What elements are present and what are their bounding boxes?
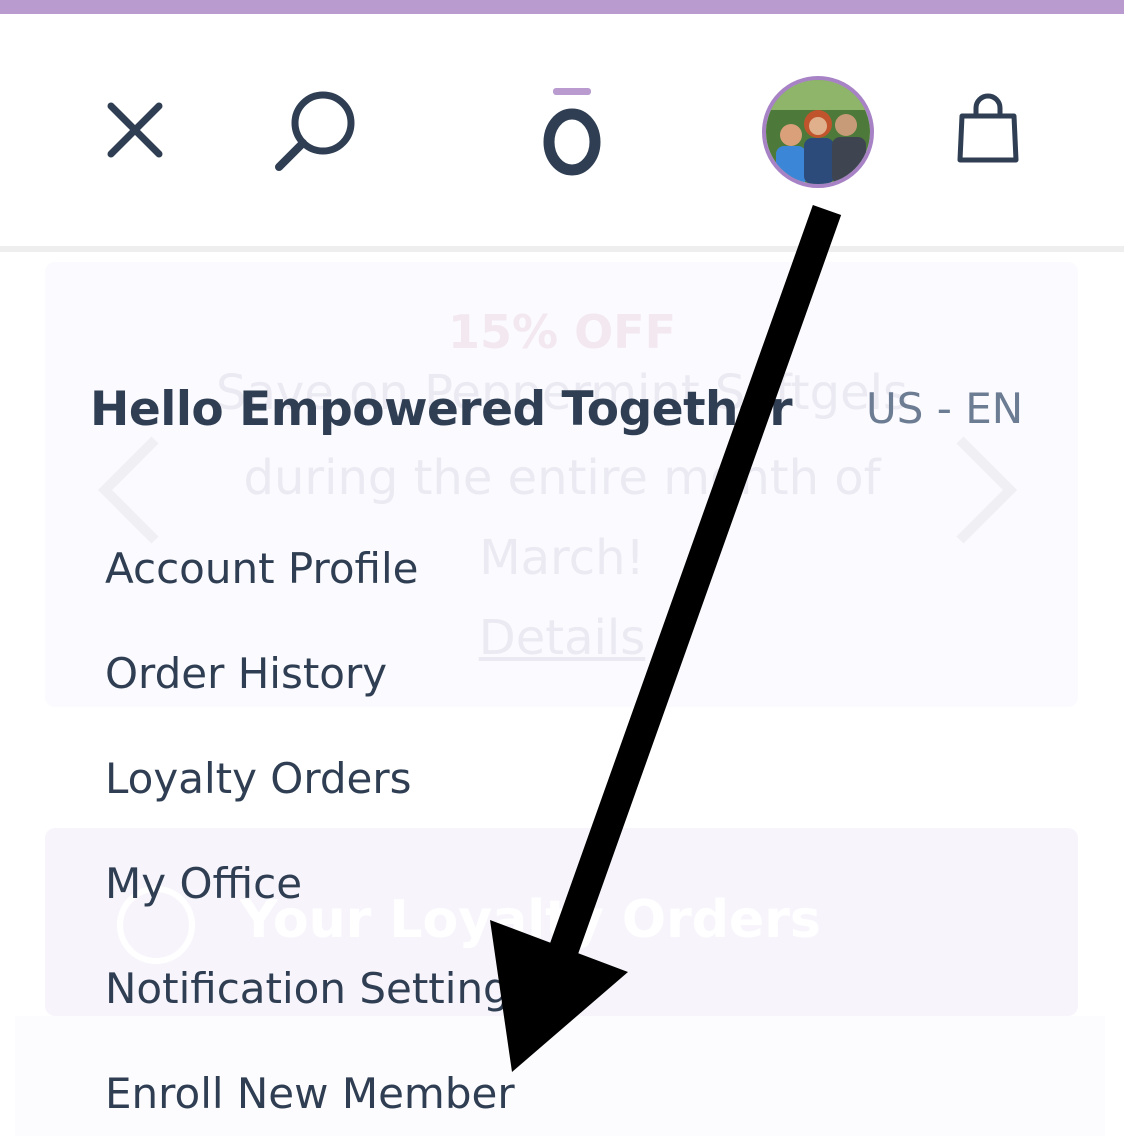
cart-button[interactable] — [948, 88, 1028, 168]
greeting: Hello Empowered Together — [90, 382, 793, 437]
menu-item-enroll-new-member[interactable]: Enroll New Member — [105, 1069, 515, 1118]
carousel-prev-icon — [97, 436, 159, 544]
close-icon — [107, 102, 163, 158]
avatar[interactable] — [762, 76, 874, 188]
search-button[interactable] — [265, 85, 365, 180]
top-accent-bar — [0, 0, 1124, 14]
carousel-next-icon — [956, 436, 1018, 544]
shopping-bag-icon — [957, 93, 1019, 163]
promo-details-label: Details — [478, 610, 646, 666]
promo-title: 15% OFF — [447, 305, 677, 359]
menu-item-order-history[interactable]: Order History — [105, 649, 387, 698]
menu-item-notification-settings[interactable]: Notification Settings — [105, 964, 532, 1013]
locale-selector[interactable]: US - EN — [866, 384, 1023, 433]
close-button[interactable] — [95, 90, 175, 170]
menu-item-my-office[interactable]: My Office — [105, 859, 302, 908]
avatar-photo — [766, 80, 870, 184]
header-divider — [0, 246, 1124, 252]
loyalty-banner-title: Your Loyalty Orders — [240, 890, 821, 950]
search-icon — [275, 91, 355, 171]
brand-logo[interactable] — [525, 80, 620, 180]
menu-item-loyalty-orders[interactable]: Loyalty Orders — [105, 754, 412, 803]
menu-item-account-profile[interactable]: Account Profile — [105, 544, 419, 593]
logo-icon — [543, 88, 601, 176]
